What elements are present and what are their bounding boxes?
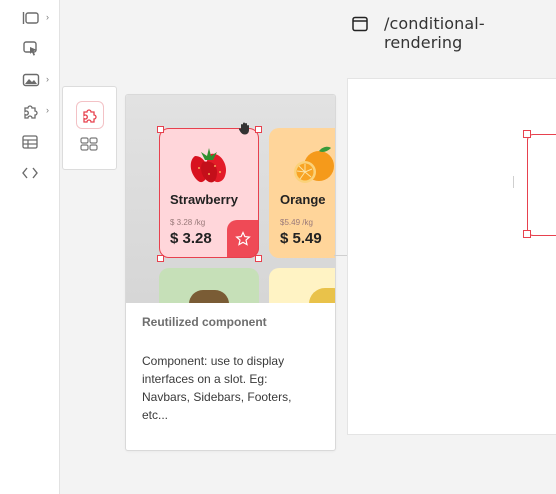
lemon-icon (309, 288, 335, 303)
image-icon[interactable] (22, 71, 42, 89)
component-type-panel (62, 86, 117, 170)
puzzle-icon[interactable] (22, 102, 42, 120)
product-card-partial (269, 268, 335, 303)
product-price: $ 5.49 (280, 230, 322, 247)
chevron-right-icon[interactable]: › (46, 74, 49, 84)
card-description: Component: use to display interfaces on … (142, 354, 292, 422)
product-name: Orange (280, 192, 326, 207)
resize-handle (157, 126, 164, 133)
canvas[interactable] (347, 78, 556, 435)
puzzle-type-button[interactable] (76, 101, 104, 129)
component-preview: Strawberry $ 3.28 /kg $ 3.28 Orange $5.4… (126, 95, 335, 303)
code-icon[interactable] (22, 164, 42, 182)
sidebar-rail: › › › (0, 0, 60, 494)
resize-handle (255, 126, 262, 133)
component-card[interactable]: Strawberry $ 3.28 /kg $ 3.28 Orange $5.4… (125, 94, 336, 451)
resize-handle (157, 255, 164, 262)
ruler-tick (513, 176, 524, 188)
selected-slot[interactable] (527, 134, 556, 236)
grab-hand-icon (238, 121, 252, 140)
layout-icon[interactable] (22, 9, 42, 27)
kiwi-icon (189, 290, 229, 303)
cursor-click-icon[interactable] (22, 40, 42, 58)
table-icon[interactable] (22, 133, 42, 151)
resize-handle[interactable] (523, 230, 531, 238)
connector-line (334, 255, 347, 256)
product-card-partial (159, 268, 259, 303)
product-card-orange: Orange $5.49 /kg $ 5.49 (269, 128, 335, 258)
window-icon (352, 16, 368, 32)
page-title: /conditional-rendering (384, 14, 485, 52)
product-unit-price: $5.49 /kg (280, 218, 313, 227)
chevron-right-icon[interactable]: › (46, 12, 49, 22)
resize-handle (255, 255, 262, 262)
resize-handle[interactable] (523, 130, 531, 138)
grid-type-button[interactable] (76, 131, 102, 157)
selection-outline (159, 128, 259, 258)
card-title: Reutilized component (142, 315, 267, 329)
chevron-right-icon[interactable]: › (46, 105, 49, 115)
orange-icon (291, 142, 335, 186)
